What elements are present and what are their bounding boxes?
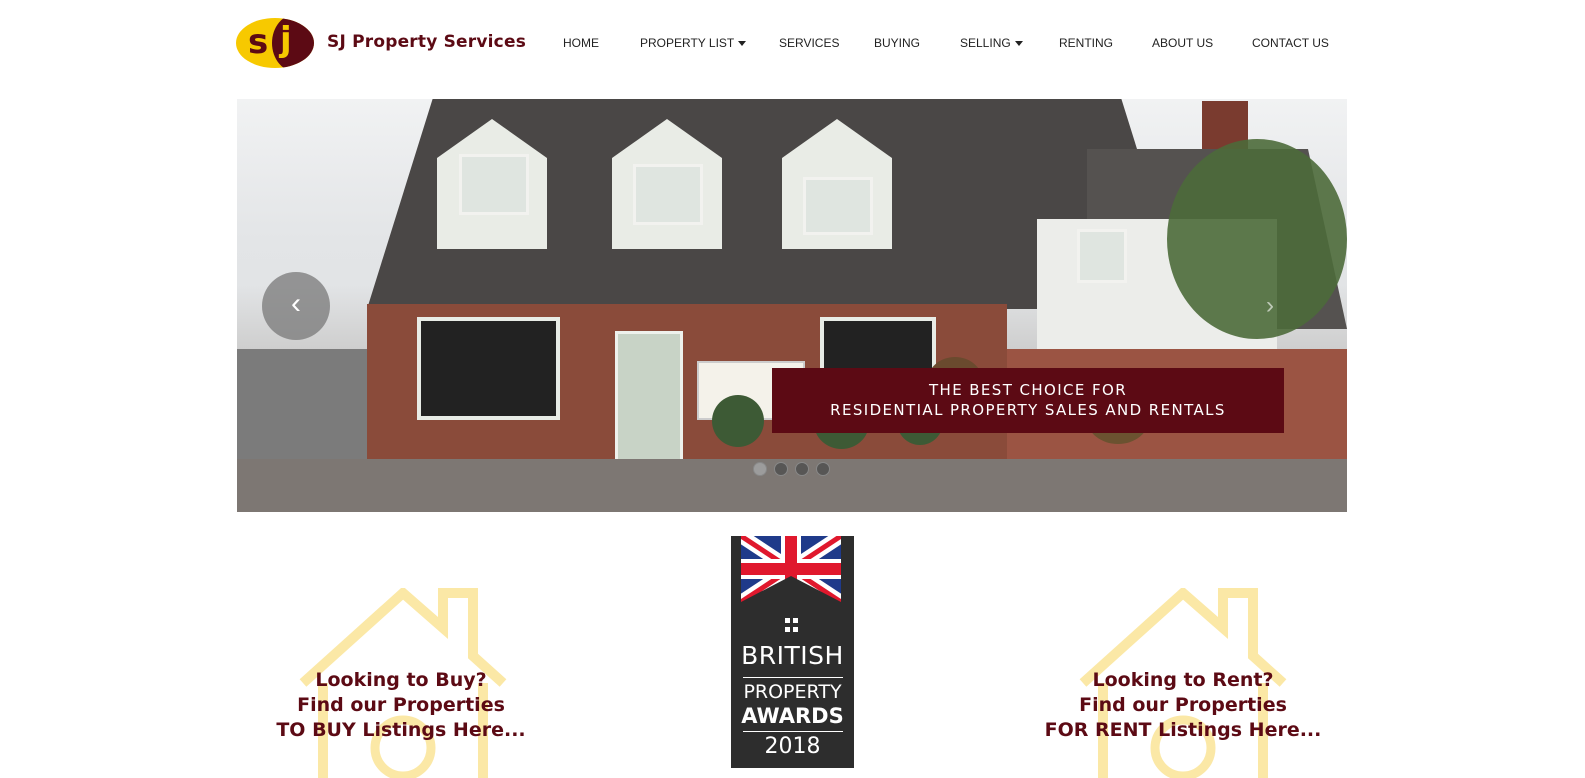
nav-property-list[interactable]: PROPERTY LIST (640, 36, 747, 50)
window (633, 164, 703, 225)
logo-dark-shape (272, 18, 314, 68)
hero-carousel[interactable]: THE BEST CHOICE FOR RESIDENTIAL PROPERTY… (237, 99, 1347, 512)
shop-window (417, 317, 560, 420)
award-year: 2018 (764, 734, 821, 759)
hero-caption: THE BEST CHOICE FOR RESIDENTIAL PROPERTY… (772, 368, 1284, 433)
carousel-dot[interactable] (816, 462, 830, 476)
caret-down-icon (1014, 41, 1023, 47)
caret-down-icon (738, 41, 747, 47)
award-dots-icon (785, 618, 799, 638)
logo-letter-s: s (248, 22, 269, 62)
nav-label: SELLING (960, 36, 1011, 50)
cta-rent-link[interactable]: Looking to Rent? Find our Properties FOR… (993, 668, 1373, 743)
award-divider (743, 677, 843, 678)
carousel-dot[interactable] (795, 462, 809, 476)
hero-caption-line2: RESIDENTIAL PROPERTY SALES AND RENTALS (830, 401, 1226, 419)
cta-rent-line1: Looking to Rent? (1092, 669, 1274, 691)
british-property-awards-badge: BRITISH PROPERTY AWARDS 2018 (731, 536, 854, 768)
nav-home[interactable]: HOME (563, 36, 599, 50)
chevron-right-icon: › (1266, 292, 1274, 319)
cta-buy-line1: Looking to Buy? (315, 669, 487, 691)
site-header: s j SJ Property Services HOME PROPERTY L… (0, 0, 1585, 88)
nav-buying[interactable]: BUYING (874, 36, 920, 50)
nav-services[interactable]: SERVICES (779, 36, 839, 50)
nav-contact-us[interactable]: CONTACT US (1252, 36, 1329, 50)
nav-selling[interactable]: SELLING (960, 36, 1023, 50)
logo-letter-j: j (280, 20, 292, 60)
carousel-next-button[interactable]: › (1250, 286, 1290, 326)
award-title-line3: AWARDS (741, 704, 844, 728)
nav-label: CONTACT US (1252, 36, 1329, 50)
award-title-line2: PROPERTY (743, 681, 842, 703)
hero-caption-line1: THE BEST CHOICE FOR (928, 381, 1128, 399)
cta-rent-line2: Find our Properties (1079, 694, 1287, 716)
award-divider (743, 731, 843, 732)
carousel-dot[interactable] (774, 462, 788, 476)
chevron-left-icon: ‹ (291, 287, 301, 320)
cta-rent-line3: FOR RENT Listings Here... (1044, 719, 1322, 741)
brand-name[interactable]: SJ Property Services (327, 32, 526, 52)
front-door (615, 331, 683, 462)
cta-buy-line3: TO BUY Listings Here... (276, 719, 526, 741)
carousel-prev-button[interactable]: ‹ (262, 272, 330, 340)
award-title-line1: BRITISH (741, 641, 844, 670)
nav-about-us[interactable]: ABOUT US (1152, 36, 1213, 50)
nav-label: HOME (563, 36, 599, 50)
cta-buy-link[interactable]: Looking to Buy? Find our Properties TO B… (211, 668, 591, 743)
nav-label: BUYING (874, 36, 921, 50)
window (803, 177, 873, 235)
nav-label: ABOUT US (1152, 36, 1214, 50)
nav-label: SERVICES (779, 36, 840, 50)
nav-label: PROPERTY LIST (640, 36, 735, 50)
cta-buy-line2: Find our Properties (297, 694, 505, 716)
hero-pavement (237, 459, 1347, 512)
window (459, 154, 529, 215)
bush (712, 395, 764, 447)
nav-label: RENTING (1059, 36, 1113, 50)
nav-renting[interactable]: RENTING (1059, 36, 1113, 50)
logo[interactable]: s j (236, 18, 314, 68)
union-flag-icon (741, 536, 841, 602)
carousel-dot[interactable] (753, 462, 767, 476)
window (1077, 229, 1127, 283)
